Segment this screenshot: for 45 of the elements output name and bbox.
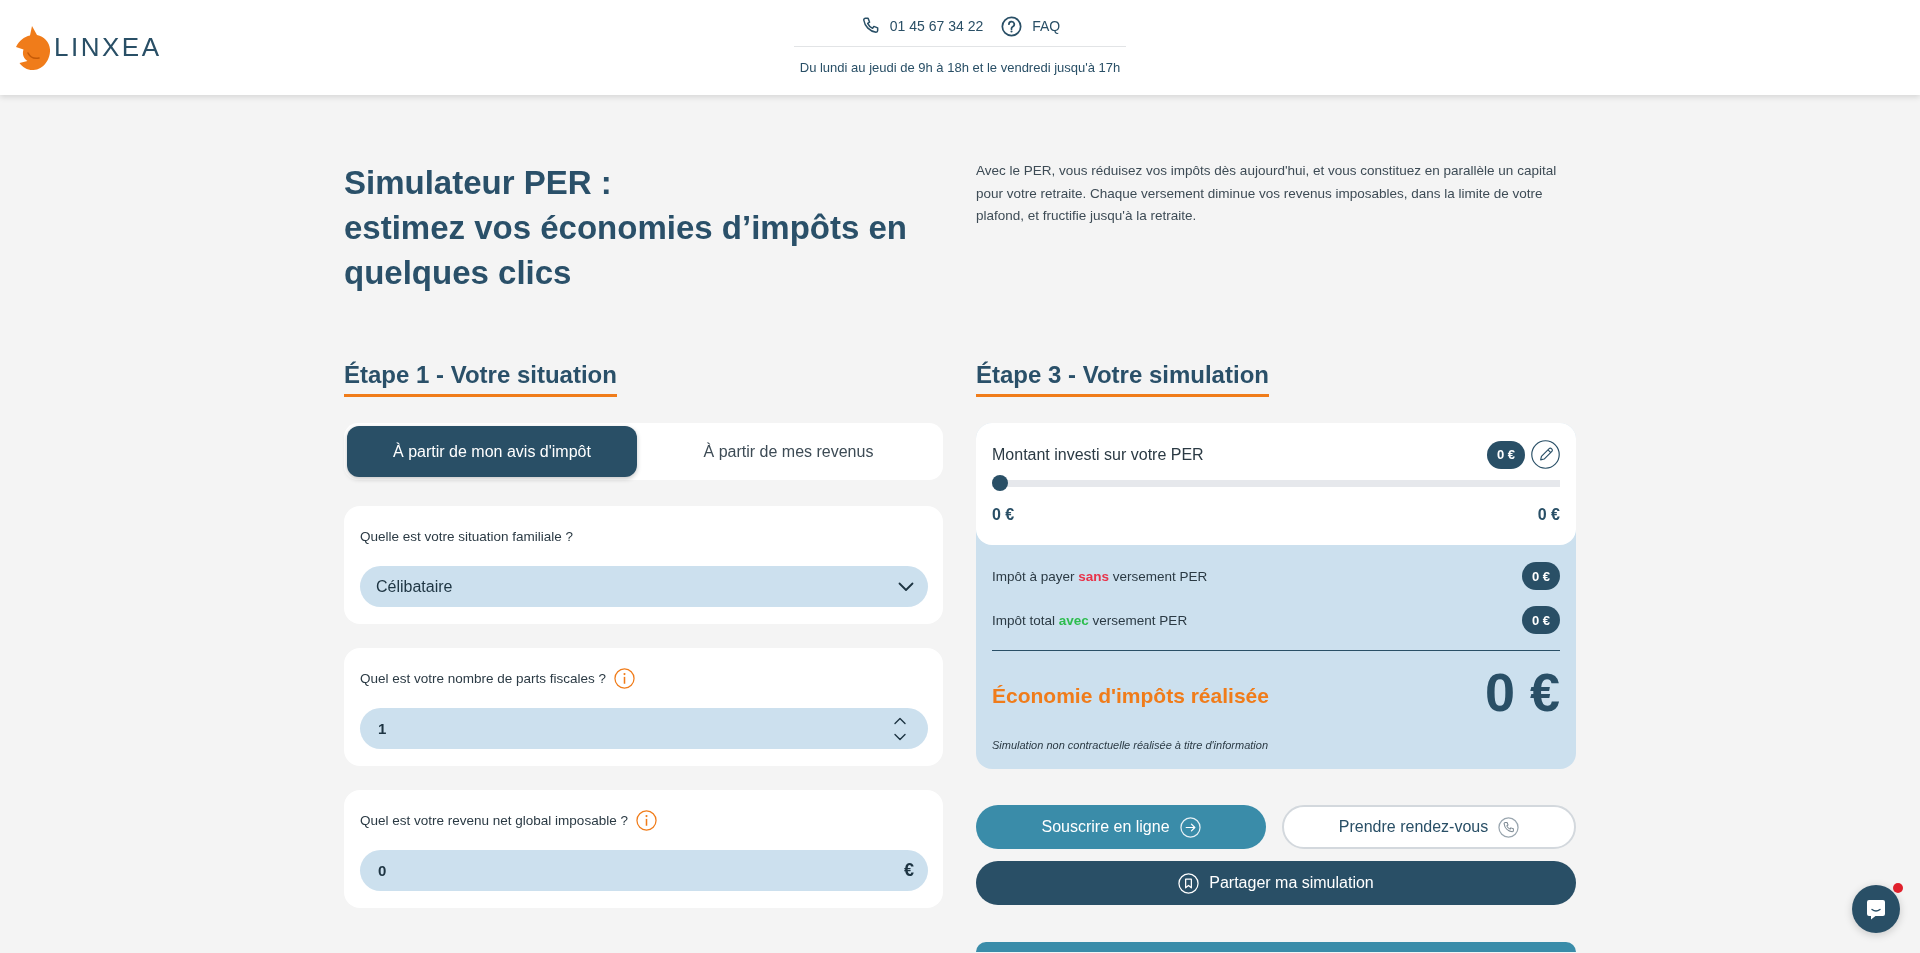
chat-icon [1864, 897, 1888, 921]
question-label: Quelle est votre situation familiale ? [360, 528, 574, 544]
amount-badge: 0 € [1486, 440, 1525, 469]
amount-label: Montant investi sur votre PER [992, 445, 1205, 464]
currency-label: € [904, 860, 914, 881]
appointment-button[interactable]: Prendre rendez-vous [1282, 805, 1576, 849]
number-field[interactable]: 1 [360, 708, 928, 749]
range-min-label: 0 € [992, 505, 1015, 525]
savings-value: 0 € [1484, 662, 1560, 722]
intro-text: Avec le PER, vous réduisez vos impôts dès aujourd'hui, et vous constituez en parallèle un capital pour votre retraite. Chaque versement diminue vos revenus imposables, dans la limite de votre plafond, et fructifie jusqu'à la retraite. [976, 162, 1558, 226]
arrow-right-icon [1179, 816, 1201, 838]
mode-tab[interactable]: À partir de mon avis d'impôt [347, 426, 637, 477]
result-label: Impôt total avec versement PER [992, 612, 1188, 628]
chat-button[interactable] [1852, 885, 1900, 933]
fox-logo-icon[interactable] [15, 24, 51, 71]
bookmark-icon [1178, 872, 1200, 894]
subscribe-button[interactable]: Souscrire en ligne [976, 805, 1266, 849]
faq-link[interactable]: FAQ [1032, 18, 1061, 34]
phone-icon [1498, 816, 1520, 838]
page-title: Simulateur PER : estimez vos économies d’impôts en quelques clics [344, 163, 908, 293]
phone-link[interactable]: 01 45 67 34 22 [889, 18, 984, 34]
result-badge: 0 € [1521, 562, 1560, 590]
range-max-label: 0 € [1537, 505, 1560, 525]
chevron-down-icon[interactable] [894, 732, 906, 741]
savings-label: Économie d'impôts réalisée [992, 684, 1269, 708]
share-button[interactable]: Partager ma simulation [976, 861, 1576, 905]
result-badge: 0 € [1521, 606, 1560, 634]
info-icon[interactable] [614, 667, 636, 689]
disclaimer-text: Simulation non contractuelle réalisée à titre d'information [992, 739, 1270, 751]
select-field[interactable]: Célibataire [360, 566, 928, 607]
slider-thumb[interactable] [992, 475, 1008, 491]
chevron-up-icon[interactable] [894, 716, 906, 725]
info-icon[interactable] [635, 809, 657, 831]
pencil-icon[interactable] [1531, 440, 1560, 469]
amount-field[interactable]: 0 € [360, 850, 928, 891]
section-heading: Étape 3 - Votre simulation [976, 360, 1269, 397]
chevron-down-icon [898, 581, 914, 592]
section-heading: Étape 1 - Votre situation [344, 360, 617, 397]
question-label: Quel est votre revenu net global imposable ? [360, 812, 628, 828]
question-label: Quel est votre nombre de parts fiscales ? [360, 670, 607, 686]
mode-tab[interactable]: À partir de mes revenus [637, 426, 940, 477]
help-icon [1001, 15, 1023, 37]
logo-text[interactable]: LINXEA [54, 32, 162, 63]
opening-hours: Du lundi au jeudi de 9h à 18h et le vendredi jusqu'à 17h [798, 60, 1122, 75]
result-label: Impôt à payer sans versement PER [992, 568, 1208, 584]
